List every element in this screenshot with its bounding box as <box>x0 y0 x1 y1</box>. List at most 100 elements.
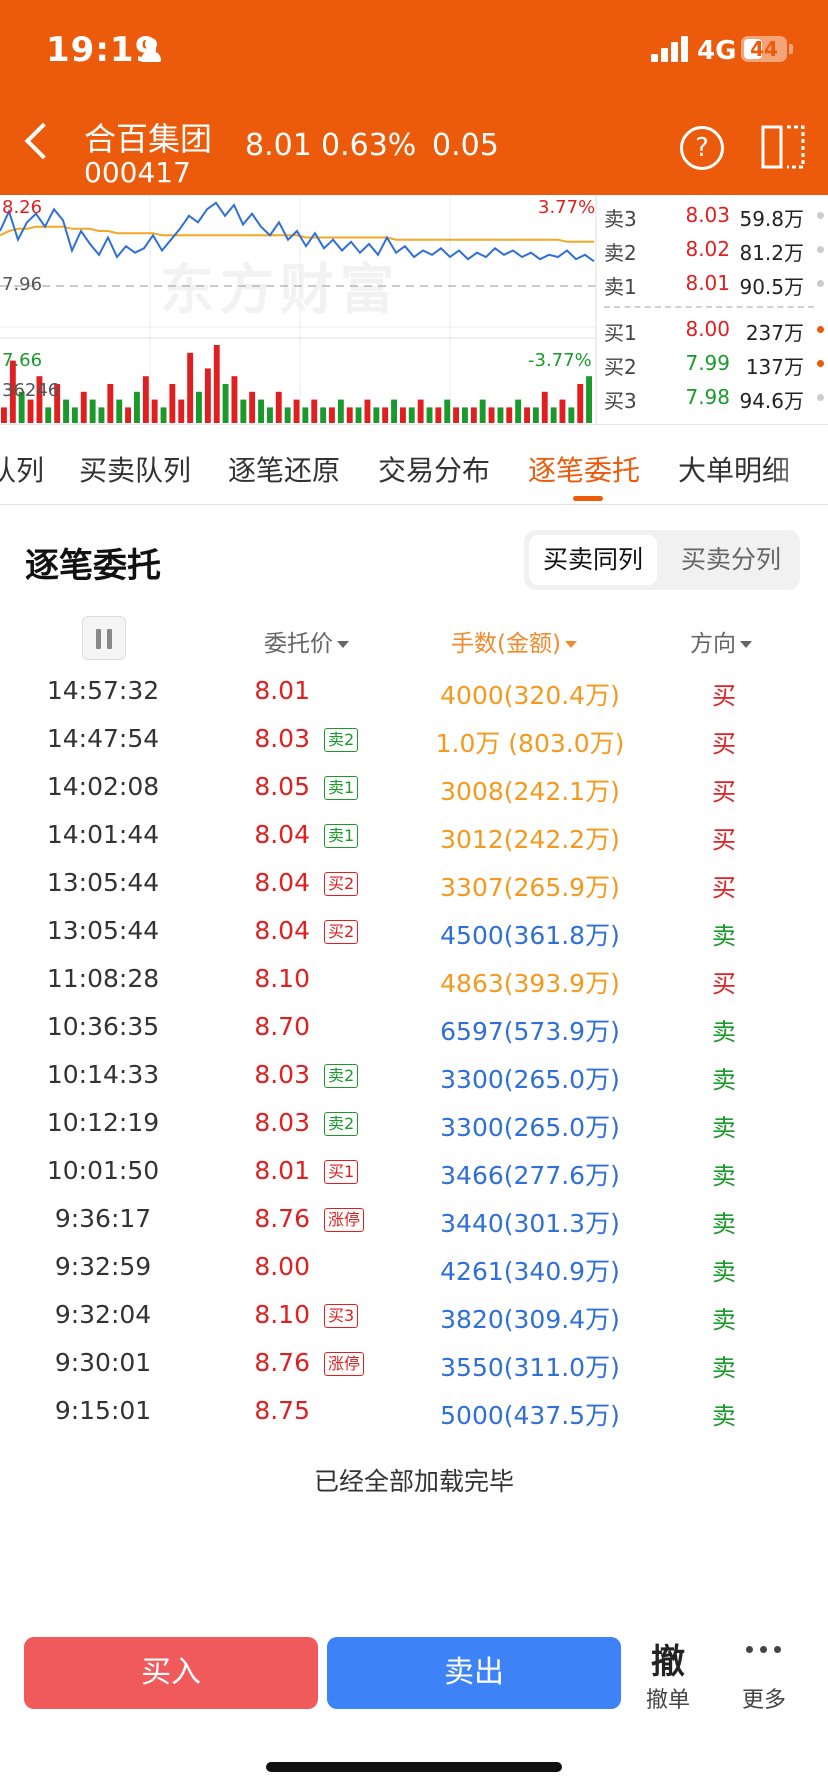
order-level-badge: 卖1 <box>324 776 359 800</box>
volume-bar <box>453 407 459 423</box>
column-direction-header[interactable]: 方向 <box>690 624 752 658</box>
tab-queue[interactable]: 队列 <box>0 449 44 489</box>
person-icon <box>140 38 162 62</box>
tab-tick-restore[interactable]: 逐笔还原 <box>228 449 340 489</box>
tab-trade-distribution[interactable]: 交易分布 <box>378 449 490 489</box>
average-price-line <box>0 225 594 243</box>
order-level-badge: 买3 <box>324 1304 359 1328</box>
order-level-badge: 卖2 <box>324 728 359 752</box>
volume-bar <box>151 399 158 423</box>
order-price: 8.01 <box>254 1156 310 1185</box>
order-level-badge: 涨停 <box>324 1352 365 1376</box>
volume-bar <box>408 407 415 423</box>
order-price: 8.76 <box>254 1204 310 1233</box>
split-column-button[interactable]: 买卖分列 <box>667 535 795 585</box>
table-row[interactable]: 9:30:01 8.76 涨停 3550(311.0万) 卖 <box>0 1340 828 1388</box>
table-row[interactable]: 9:15:01 8.75 5000(437.5万) 卖 <box>0 1388 828 1436</box>
order-amount: 4261(340.9万) <box>440 1257 620 1286</box>
order-time: 10:12:19 <box>46 1108 160 1137</box>
table-row[interactable]: 14:57:32 8.01 4000(320.4万) 买 <box>0 668 828 716</box>
stock-price: 8.01 <box>245 128 312 163</box>
sort-down-icon <box>337 641 349 648</box>
intraday-chart[interactable]: 东方财富 8.26 7.96 7.66 3.77% -3.77% 36246 卖… <box>0 195 828 425</box>
order-price: 8.76 <box>254 1348 310 1377</box>
volume-bar <box>249 391 256 423</box>
more-icon[interactable] <box>746 1646 782 1656</box>
table-row[interactable]: 14:02:08 8.05 卖1 3008(242.1万) 买 <box>0 764 828 812</box>
volume-bar <box>275 391 282 423</box>
table-row[interactable]: 9:32:59 8.00 4261(340.9万) 卖 <box>0 1244 828 1292</box>
table-row[interactable]: 13:05:44 8.04 买2 3307(265.9万) 买 <box>0 860 828 908</box>
order-direction: 卖 <box>712 1210 736 1238</box>
volume-bar <box>89 399 96 423</box>
table-row[interactable]: 10:01:50 8.01 买1 3466(277.6万) 卖 <box>0 1148 828 1196</box>
volume-bar <box>435 407 442 423</box>
order-price: 8.75 <box>254 1396 310 1425</box>
order-level-badge: 买2 <box>324 872 359 896</box>
order-time: 10:14:33 <box>46 1060 160 1089</box>
order-price: 8.04 <box>254 820 310 849</box>
column-amount-header[interactable]: 手数(金额) <box>451 624 577 658</box>
order-time: 13:05:44 <box>46 868 160 897</box>
order-book-sell-2: 卖2 8.02 81.2万 <box>604 233 828 265</box>
volume-bar <box>284 407 291 423</box>
back-icon[interactable] <box>24 122 62 160</box>
volume-bar <box>524 407 530 423</box>
screen-switch-icon[interactable] <box>760 124 806 170</box>
chart-volume-label: 36246 <box>2 380 60 401</box>
volume-bar <box>568 407 575 423</box>
volume-bar <box>532 407 539 423</box>
table-row[interactable]: 14:01:44 8.04 卖1 3012(242.2万) 买 <box>0 812 828 860</box>
volume-bar <box>329 407 335 423</box>
order-direction: 买 <box>712 778 736 806</box>
tab-tick-orders[interactable]: 逐笔委托 <box>528 449 640 489</box>
order-book-divider <box>604 306 814 308</box>
order-amount: 3550(311.0万) <box>440 1353 620 1382</box>
table-row[interactable]: 10:12:19 8.03 卖2 3300(265.0万) 卖 <box>0 1100 828 1148</box>
volume-bar <box>479 399 486 423</box>
pause-icon <box>96 629 101 649</box>
table-row[interactable]: 11:08:28 8.10 4863(393.9万) 买 <box>0 956 828 1004</box>
cancel-order-button[interactable]: 撤单 <box>636 1682 700 1714</box>
volume-bar <box>160 407 167 423</box>
volume-bar <box>382 407 389 423</box>
same-column-button[interactable]: 买卖同列 <box>529 535 657 585</box>
order-direction: 卖 <box>712 1066 736 1094</box>
sell-button[interactable]: 卖出 <box>327 1637 621 1709</box>
table-row[interactable]: 13:05:44 8.04 买2 4500(361.8万) 卖 <box>0 908 828 956</box>
order-direction: 卖 <box>712 1354 736 1382</box>
volume-bar <box>1 407 7 423</box>
chart-high-label: 8.26 <box>2 197 43 218</box>
volume-bar <box>134 391 140 423</box>
volume-bar <box>444 399 451 423</box>
volume-bar <box>98 407 105 423</box>
volume-bar <box>240 399 247 423</box>
order-direction: 卖 <box>712 1258 736 1286</box>
table-row[interactable]: 9:36:17 8.76 涨停 3440(301.3万) 卖 <box>0 1196 828 1244</box>
cancel-icon[interactable]: 撤 <box>640 1634 696 1683</box>
tab-bid-ask-queue[interactable]: 买卖队列 <box>79 449 191 489</box>
order-time: 14:47:54 <box>46 724 160 753</box>
stock-change-pct: 0.63% <box>321 128 417 163</box>
table-row[interactable]: 14:47:54 8.03 卖2 1.0万 (803.0万) 买 <box>0 716 828 764</box>
column-price-header[interactable]: 委托价 <box>264 624 349 658</box>
volume-bar <box>497 407 504 423</box>
order-price: 8.05 <box>254 772 310 801</box>
stock-name: 合百集团 <box>84 120 213 158</box>
buy-button[interactable]: 买入 <box>24 1637 318 1709</box>
chart-low-label: 7.66 <box>2 350 43 371</box>
dot-icon <box>817 246 824 253</box>
order-amount: 4863(393.9万) <box>440 969 620 998</box>
more-button[interactable]: 更多 <box>730 1682 798 1714</box>
dot-icon <box>817 212 824 219</box>
dot-icon <box>817 360 824 367</box>
table-row[interactable]: 10:14:33 8.03 卖2 3300(265.0万) 卖 <box>0 1052 828 1100</box>
volume-bar <box>71 407 78 423</box>
pause-button[interactable] <box>82 616 126 660</box>
table-row[interactable]: 10:36:35 8.70 6597(573.9万) 卖 <box>0 1004 828 1052</box>
volume-bar <box>346 407 353 423</box>
table-row[interactable]: 9:32:04 8.10 买3 3820(309.4万) 卖 <box>0 1292 828 1340</box>
help-icon[interactable]: ? <box>680 126 724 170</box>
volume-bar <box>488 407 495 423</box>
volume-bar <box>541 391 548 423</box>
